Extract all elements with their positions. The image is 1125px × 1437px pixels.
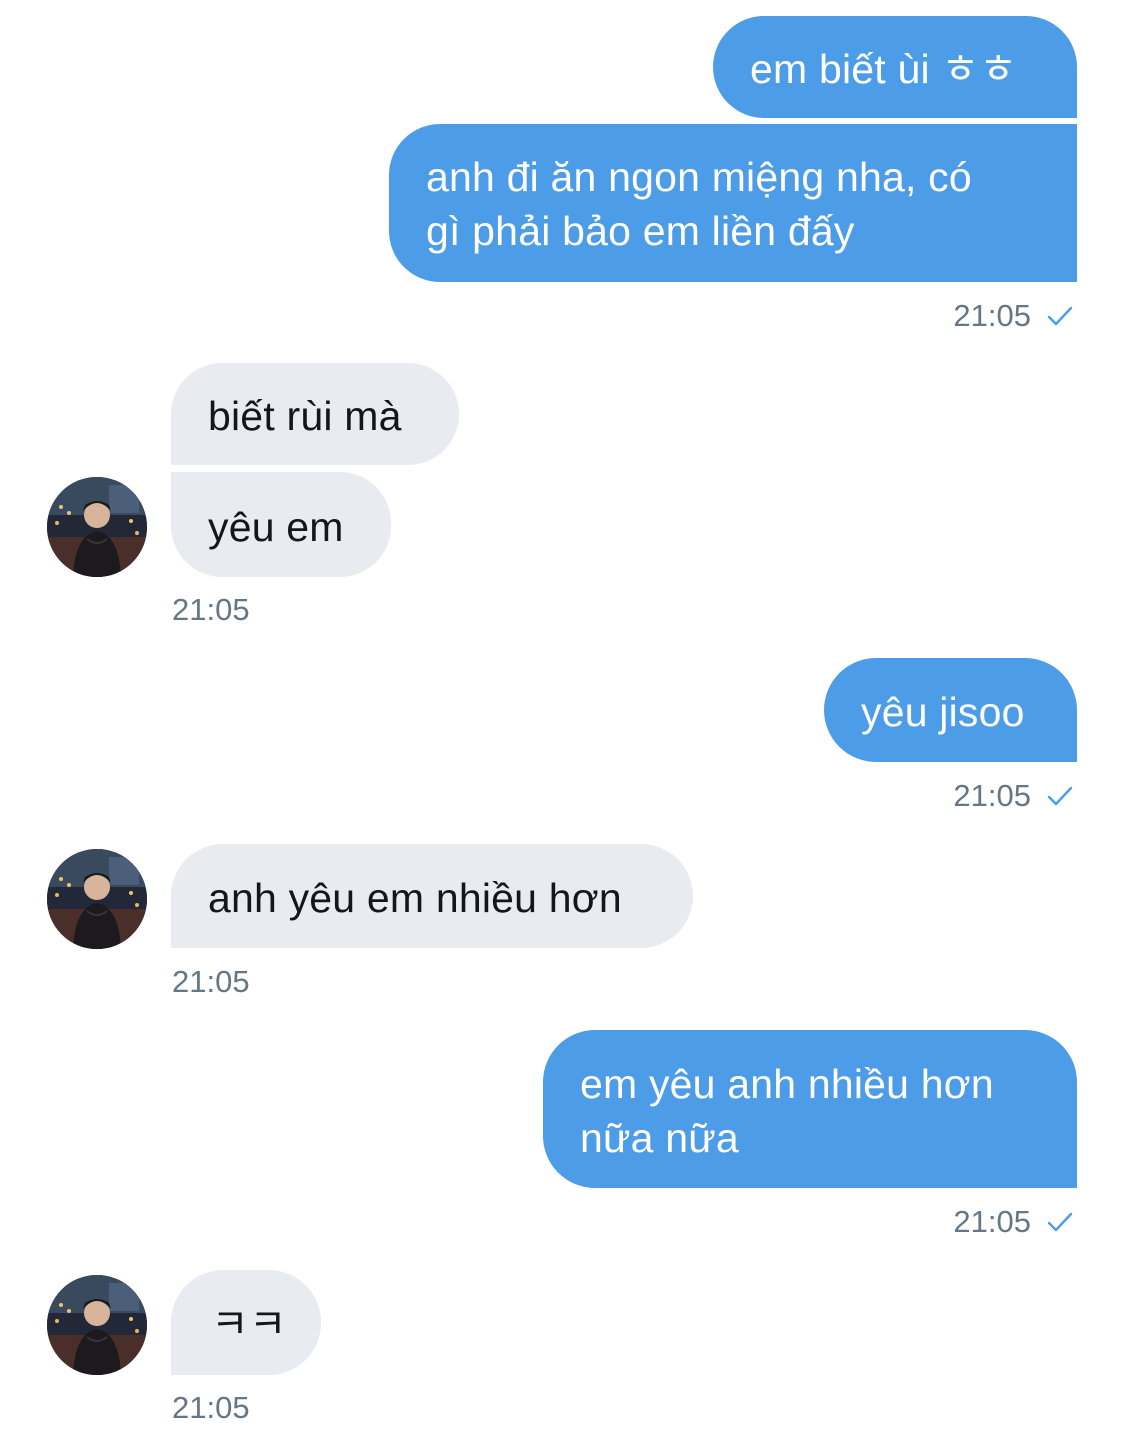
- incoming-message-bubble[interactable]: biết rùi mà: [171, 363, 459, 465]
- outgoing-message-bubble[interactable]: anh đi ăn ngon miệng nha, có gì phải bảo…: [389, 124, 1077, 282]
- contact-avatar[interactable]: [47, 849, 147, 949]
- message-timestamp-row: 21:05: [953, 1204, 1073, 1240]
- check-icon: [1047, 786, 1073, 806]
- message-timestamp-row: 21:05: [953, 298, 1073, 334]
- outgoing-message-bubble[interactable]: em yêu anh nhiều hơn nữa nữa: [543, 1030, 1077, 1188]
- avatar-photo: [47, 1275, 147, 1375]
- avatar-photo: [47, 849, 147, 949]
- outgoing-message-bubble[interactable]: yêu jisoo: [824, 658, 1077, 762]
- incoming-message-bubble[interactable]: yêu em: [171, 472, 391, 577]
- avatar-photo: [47, 477, 147, 577]
- check-icon: [1047, 1212, 1073, 1232]
- message-timestamp: 21:05: [172, 1390, 250, 1425]
- message-timestamp-row: 21:05: [953, 778, 1073, 814]
- message-timestamp: 21:05: [172, 964, 250, 999]
- outgoing-message-bubble[interactable]: em biết ùi ㅎㅎ: [713, 16, 1077, 118]
- message-timestamp: 21:05: [953, 1204, 1031, 1239]
- message-timestamp: 21:05: [953, 778, 1031, 813]
- incoming-message-bubble[interactable]: ㅋㅋ: [171, 1270, 321, 1375]
- contact-avatar[interactable]: [47, 477, 147, 577]
- contact-avatar[interactable]: [47, 1275, 147, 1375]
- check-icon: [1047, 306, 1073, 326]
- message-timestamp: 21:05: [172, 592, 250, 627]
- incoming-message-bubble[interactable]: anh yêu em nhiều hơn: [171, 844, 693, 948]
- message-timestamp: 21:05: [953, 298, 1031, 333]
